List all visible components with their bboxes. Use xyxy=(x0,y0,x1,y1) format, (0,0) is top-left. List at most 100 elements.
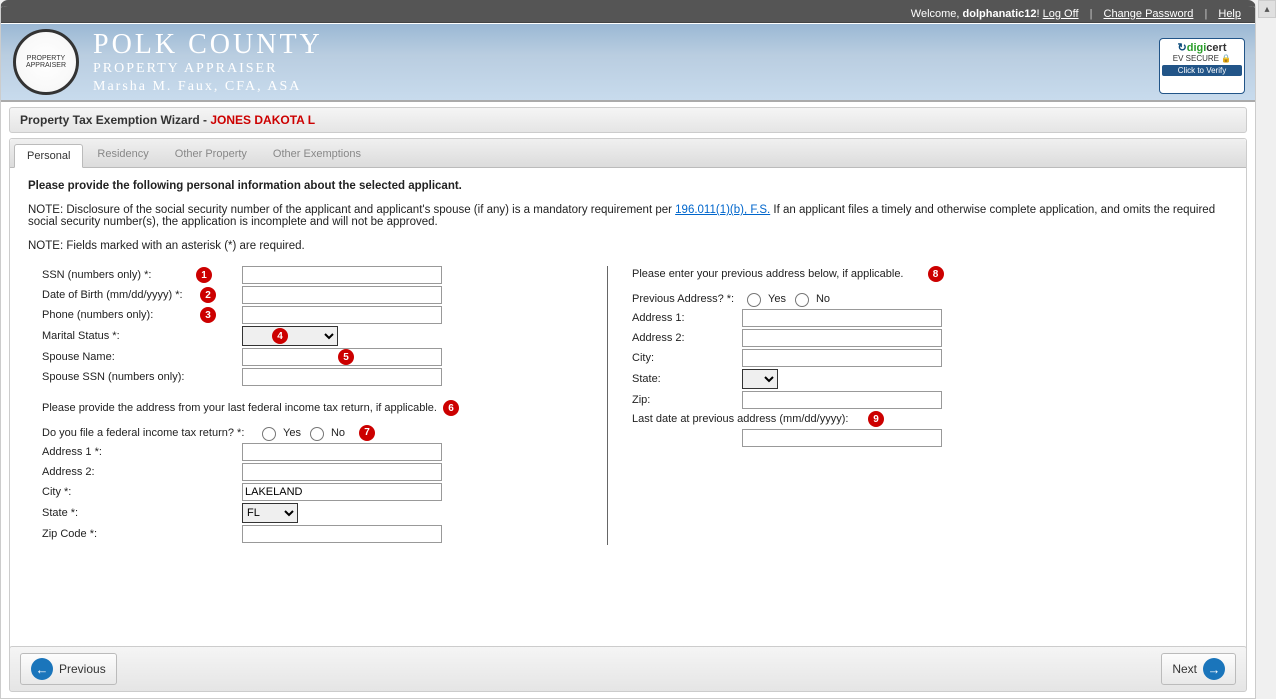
spouse-ssn-label: Spouse SSN (numbers only): xyxy=(42,371,242,383)
banner-line3: Marsha M. Faux, CFA, ASA xyxy=(93,79,323,95)
scroll-up-icon[interactable]: ▴ xyxy=(1258,0,1276,18)
outer-scrollbar[interactable]: ▴ xyxy=(1258,0,1276,699)
tab-other-property[interactable]: Other Property xyxy=(163,143,259,167)
next-button[interactable]: Next → xyxy=(1161,653,1236,685)
separator: | xyxy=(1090,8,1093,20)
tax-file-label: Do you file a federal income tax return?… xyxy=(42,427,257,439)
spouse-name-label: Spouse Name: xyxy=(42,351,242,363)
prev-zip-label: Zip: xyxy=(632,394,742,406)
banner-line2: PROPERTY APPRAISER xyxy=(93,61,323,77)
prev-addr2-label: Address 2: xyxy=(632,332,742,344)
banner-text: POLK COUNTY PROPERTY APPRAISER Marsha M.… xyxy=(93,29,323,95)
marker-1: 1 xyxy=(196,267,212,283)
city-input[interactable] xyxy=(242,483,442,501)
note1-prefix: NOTE: Disclosure of the social security … xyxy=(28,204,675,216)
applicant-name: JONES DAKOTA L xyxy=(210,113,315,127)
arrow-left-icon: ← xyxy=(31,658,53,680)
previous-label: Previous xyxy=(59,662,106,676)
note-required: NOTE: Fields marked with an asterisk (*)… xyxy=(28,240,1228,252)
digicert-brand: ↻digicert xyxy=(1162,41,1242,54)
prev-addr1-label: Address 1: xyxy=(632,312,742,324)
marker-7: 7 xyxy=(359,425,375,441)
marker-9: 9 xyxy=(868,411,884,427)
ssn-input[interactable] xyxy=(242,266,442,284)
content-heading: Please provide the following personal in… xyxy=(28,180,1228,192)
marker-3: 3 xyxy=(200,307,216,323)
digicert-verify: Click to Verify xyxy=(1162,65,1242,76)
wizard-title-prefix: Property Tax Exemption Wizard - xyxy=(20,113,210,127)
marker-8: 8 xyxy=(928,266,944,282)
prev-addr-q-label: Previous Address? *: xyxy=(632,293,742,305)
marker-4: 4 xyxy=(272,328,288,344)
prev-yes-label: Yes xyxy=(768,293,786,305)
change-password-link[interactable]: Change Password xyxy=(1104,8,1194,20)
addr2-label: Address 2: xyxy=(42,466,242,478)
prev-zip-input[interactable] xyxy=(742,391,942,409)
next-label: Next xyxy=(1172,662,1197,676)
separator: | xyxy=(1204,8,1207,20)
tax-instruction: Please provide the address from your las… xyxy=(42,400,583,416)
marital-select[interactable] xyxy=(242,326,338,346)
digicert-badge[interactable]: ↻digicert EV SECURE 🔒 Click to Verify xyxy=(1159,38,1245,94)
wizard-title: Property Tax Exemption Wizard - JONES DA… xyxy=(9,107,1247,133)
previous-button[interactable]: ← Previous xyxy=(20,653,117,685)
county-seal-icon: PROPERTYAPPRAISER xyxy=(13,29,79,95)
banner: PROPERTYAPPRAISER POLK COUNTY PROPERTY A… xyxy=(1,24,1255,102)
welcome-suffix: ! xyxy=(1037,8,1040,20)
no-label: No xyxy=(331,427,345,439)
tax-instruction-text: Please provide the address from your las… xyxy=(42,402,437,414)
left-column: SSN (numbers only) *: 1 Date of Birth (m… xyxy=(28,266,608,545)
phone-input[interactable] xyxy=(242,306,442,324)
app-window: Welcome, dolphanatic12! Log Off | Change… xyxy=(0,0,1256,699)
statute-link[interactable]: 196.011(1)(b), F.S. xyxy=(675,204,770,216)
tab-content: Please provide the following personal in… xyxy=(10,168,1246,557)
zip-input[interactable] xyxy=(242,525,442,543)
prev-state-label: State: xyxy=(632,373,742,385)
addr2-input[interactable] xyxy=(242,463,442,481)
arrow-right-icon: → xyxy=(1203,658,1225,680)
prev-addr2-input[interactable] xyxy=(742,329,942,347)
addr1-input[interactable] xyxy=(242,443,442,461)
tax-file-yes-radio[interactable] xyxy=(262,427,276,441)
last-date-label: Last date at previous address (mm/dd/yyy… xyxy=(632,413,862,425)
prev-addr1-input[interactable] xyxy=(742,309,942,327)
tab-strip: Personal Residency Other Property Other … xyxy=(10,139,1246,168)
marker-2: 2 xyxy=(200,287,216,303)
addr1-label: Address 1 *: xyxy=(42,446,242,458)
prev-addr-instruction: Please enter your previous address below… xyxy=(632,266,1168,282)
tax-file-no-radio[interactable] xyxy=(310,427,324,441)
username: dolphanatic12 xyxy=(963,8,1037,20)
state-select[interactable]: FL xyxy=(242,503,298,523)
tab-personal[interactable]: Personal xyxy=(14,144,83,168)
digicert-ev: EV SECURE 🔒 xyxy=(1162,54,1242,63)
spouse-ssn-input[interactable] xyxy=(242,368,442,386)
right-column: Please enter your previous address below… xyxy=(608,266,1168,545)
welcome-prefix: Welcome, xyxy=(911,8,963,20)
wizard-panel: Personal Residency Other Property Other … xyxy=(9,138,1247,658)
prev-city-input[interactable] xyxy=(742,349,942,367)
note-disclosure: NOTE: Disclosure of the social security … xyxy=(28,204,1228,228)
prev-addr-yes-radio[interactable] xyxy=(747,293,761,307)
banner-line1: POLK COUNTY xyxy=(93,29,323,61)
prev-addr-instruction-text: Please enter your previous address below… xyxy=(632,268,904,280)
zip-label: Zip Code *: xyxy=(42,528,242,540)
ssn-label: SSN (numbers only) *: xyxy=(42,269,242,281)
last-date-input[interactable] xyxy=(742,429,942,447)
tab-other-exemptions[interactable]: Other Exemptions xyxy=(261,143,373,167)
marital-label: Marital Status *: xyxy=(42,330,242,342)
marker-6: 6 xyxy=(443,400,459,416)
top-bar: Welcome, dolphanatic12! Log Off | Change… xyxy=(1,5,1255,23)
nav-bar: ← Previous Next → xyxy=(9,646,1247,692)
tab-residency[interactable]: Residency xyxy=(85,143,160,167)
prev-no-label: No xyxy=(816,293,830,305)
city-label: City *: xyxy=(42,486,242,498)
prev-state-select[interactable] xyxy=(742,369,778,389)
prev-addr-no-radio[interactable] xyxy=(795,293,809,307)
yes-label: Yes xyxy=(283,427,301,439)
state-label: State *: xyxy=(42,507,242,519)
help-link[interactable]: Help xyxy=(1218,8,1241,20)
marker-5: 5 xyxy=(338,349,354,365)
dob-input[interactable] xyxy=(242,286,442,304)
prev-city-label: City: xyxy=(632,352,742,364)
logoff-link[interactable]: Log Off xyxy=(1043,8,1079,20)
